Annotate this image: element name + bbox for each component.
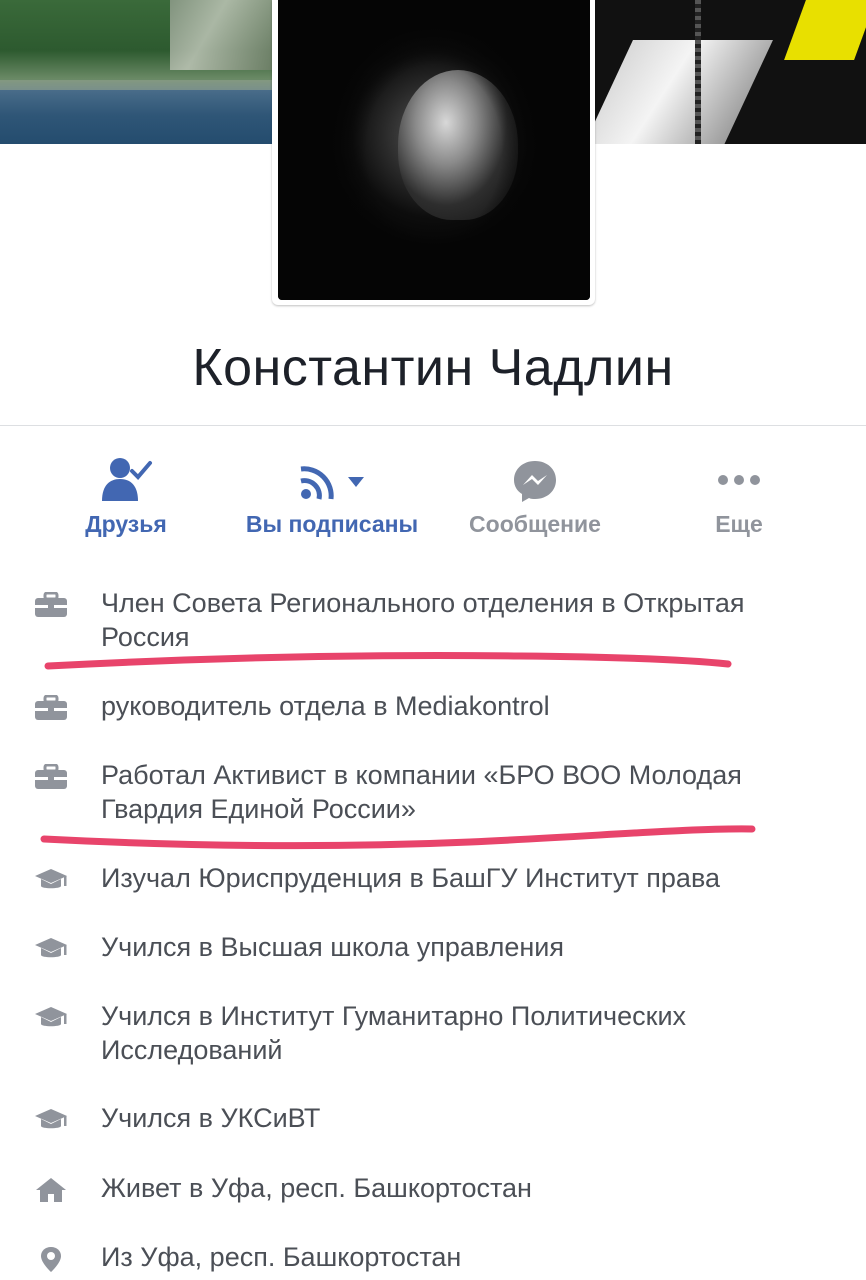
friends-button[interactable]: Друзья [70, 455, 182, 538]
cover-photo-right[interactable] [595, 0, 866, 144]
info-text: Работал Активист в компании «БРО ВОО Мол… [101, 760, 742, 824]
profile-name: Константин Чадлин [192, 339, 674, 397]
briefcase-icon [35, 592, 67, 617]
cover-zipper [695, 0, 701, 144]
info-text: Из Уфа, респ. Башкортостан [101, 1242, 462, 1272]
profile-picture-frame[interactable] [272, 0, 595, 305]
more-label: Еще [715, 511, 763, 537]
following-button[interactable]: Вы подписаны [232, 455, 432, 538]
home-icon [36, 1178, 66, 1202]
graduation-cap-icon [35, 938, 67, 958]
info-text: Учился в Высшая школа управления [101, 932, 564, 962]
cover-stripe [595, 40, 773, 144]
annotation-underline-1 [44, 651, 732, 670]
info-text: Изучал Юриспруденция в БашГУ Институт пр… [101, 863, 721, 893]
rss-follow-icon [300, 466, 364, 500]
briefcase-icon [35, 764, 67, 789]
profile-hood [278, 0, 590, 300]
info-text: Живет в Уфа, респ. Башкортостан [101, 1173, 532, 1203]
friends-label: Друзья [85, 511, 167, 537]
location-pin-icon [41, 1247, 61, 1272]
message-button[interactable]: Сообщение [455, 455, 615, 538]
info-text: Учился в Институт Гуманитарно Политическ… [101, 1001, 687, 1065]
cover-rock [170, 0, 272, 70]
profile-picture[interactable] [278, 0, 590, 300]
message-label: Сообщение [469, 511, 601, 537]
messenger-icon [514, 461, 556, 502]
more-dots-icon [718, 475, 760, 485]
info-text: Учился в УКСиВТ [101, 1103, 321, 1133]
cover-shore [0, 80, 272, 90]
graduation-cap-icon [35, 1007, 67, 1027]
cover-photo-left[interactable] [0, 0, 272, 144]
following-label: Вы подписаны [245, 511, 419, 537]
graduation-cap-icon [35, 1109, 67, 1129]
briefcase-icon [35, 695, 67, 720]
more-button[interactable]: Еще [690, 455, 788, 538]
divider [0, 425, 866, 426]
info-text: Член Совета Регионального отделения в От… [101, 588, 745, 652]
info-text: руководитель отдела в Mediakontrol [101, 691, 550, 721]
annotation-underline-2 [40, 825, 756, 850]
friends-check-icon [102, 458, 152, 501]
cover-yellow-patch [784, 0, 866, 60]
graduation-cap-icon [35, 869, 67, 889]
